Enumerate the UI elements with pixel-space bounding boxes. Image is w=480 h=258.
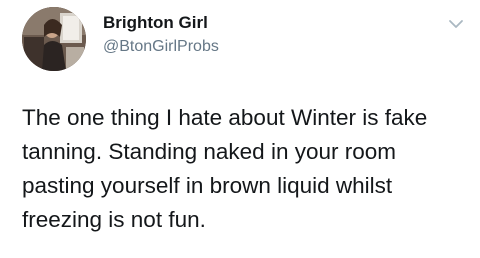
display-name[interactable]: Brighton Girl — [103, 13, 208, 33]
avatar[interactable] — [22, 7, 86, 71]
tweet-menu-button[interactable] — [445, 16, 467, 32]
tweet-text: The one thing I hate about Winter is fak… — [22, 105, 428, 232]
profile-photo-icon — [22, 7, 86, 71]
tweet-card: Brighton Girl @BtonGirlProbs The one thi… — [0, 0, 480, 258]
chevron-down-icon — [449, 20, 463, 28]
user-handle[interactable]: @BtonGirlProbs — [103, 37, 219, 57]
